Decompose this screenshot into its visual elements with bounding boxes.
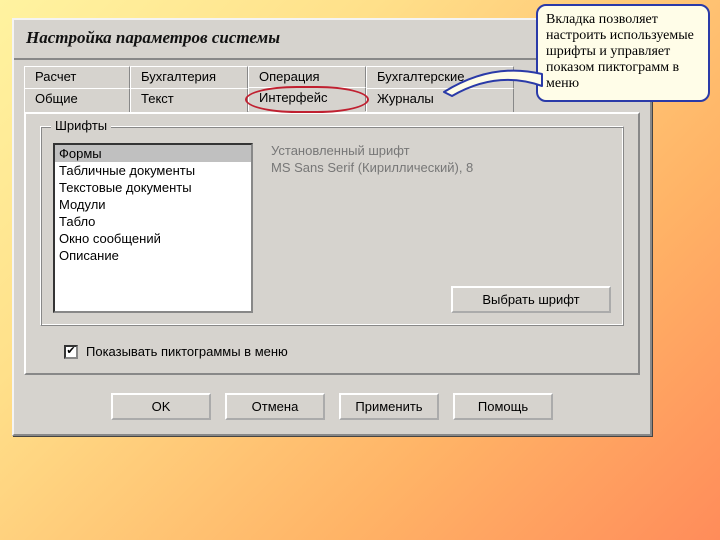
group-fonts-label: Шрифты (51, 118, 111, 133)
tab-tekst[interactable]: Текст (130, 88, 248, 112)
group-fonts: Шрифты Формы Табличные документы Текстов… (40, 126, 624, 326)
show-icons-label: Показывать пиктограммы в меню (86, 344, 288, 359)
show-icons-checkbox[interactable]: ✔ (64, 345, 78, 359)
tab-operatsiya[interactable]: Операция (248, 66, 366, 88)
show-icons-row: ✔ Показывать пиктограммы в меню (40, 344, 624, 359)
font-target-list[interactable]: Формы Табличные документы Текстовые доку… (53, 143, 253, 313)
client-area: Расчет Бухгалтерия Операция Бухгалтерски… (14, 60, 650, 434)
list-item[interactable]: Описание (55, 247, 251, 264)
font-details: Установленный шрифт MS Sans Serif (Кирил… (271, 143, 611, 313)
check-icon: ✔ (66, 346, 75, 357)
tab-panel-interfeis: Шрифты Формы Табличные документы Текстов… (24, 112, 640, 375)
list-item[interactable]: Окно сообщений (55, 230, 251, 247)
tab-buhgalteria[interactable]: Бухгалтерия (130, 66, 248, 88)
list-item[interactable]: Модули (55, 196, 251, 213)
list-item[interactable]: Табло (55, 213, 251, 230)
tab-interfeis-label: Интерфейс (259, 90, 327, 105)
installed-font-value: MS Sans Serif (Кириллический), 8 (271, 160, 611, 175)
cancel-button[interactable]: Отмена (225, 393, 325, 420)
callout-tail-icon (442, 62, 542, 102)
choose-font-button[interactable]: Выбрать шрифт (451, 286, 611, 313)
tab-raschet[interactable]: Расчет (24, 66, 130, 88)
ok-button[interactable]: OK (111, 393, 211, 420)
list-item[interactable]: Формы (55, 145, 251, 162)
list-item[interactable]: Табличные документы (55, 162, 251, 179)
list-item[interactable]: Текстовые документы (55, 179, 251, 196)
installed-font-label: Установленный шрифт (271, 143, 611, 158)
dialog-button-row: OK Отмена Применить Помощь (24, 393, 640, 420)
callout-text: Вкладка позволяет настроить используемые… (546, 12, 694, 91)
help-button[interactable]: Помощь (453, 393, 553, 420)
tab-interfeis[interactable]: Интерфейс (248, 87, 366, 111)
tab-obshchie[interactable]: Общие (24, 88, 130, 112)
apply-button[interactable]: Применить (339, 393, 439, 420)
callout-tooltip: Вкладка позволяет настроить используемые… (536, 4, 710, 102)
